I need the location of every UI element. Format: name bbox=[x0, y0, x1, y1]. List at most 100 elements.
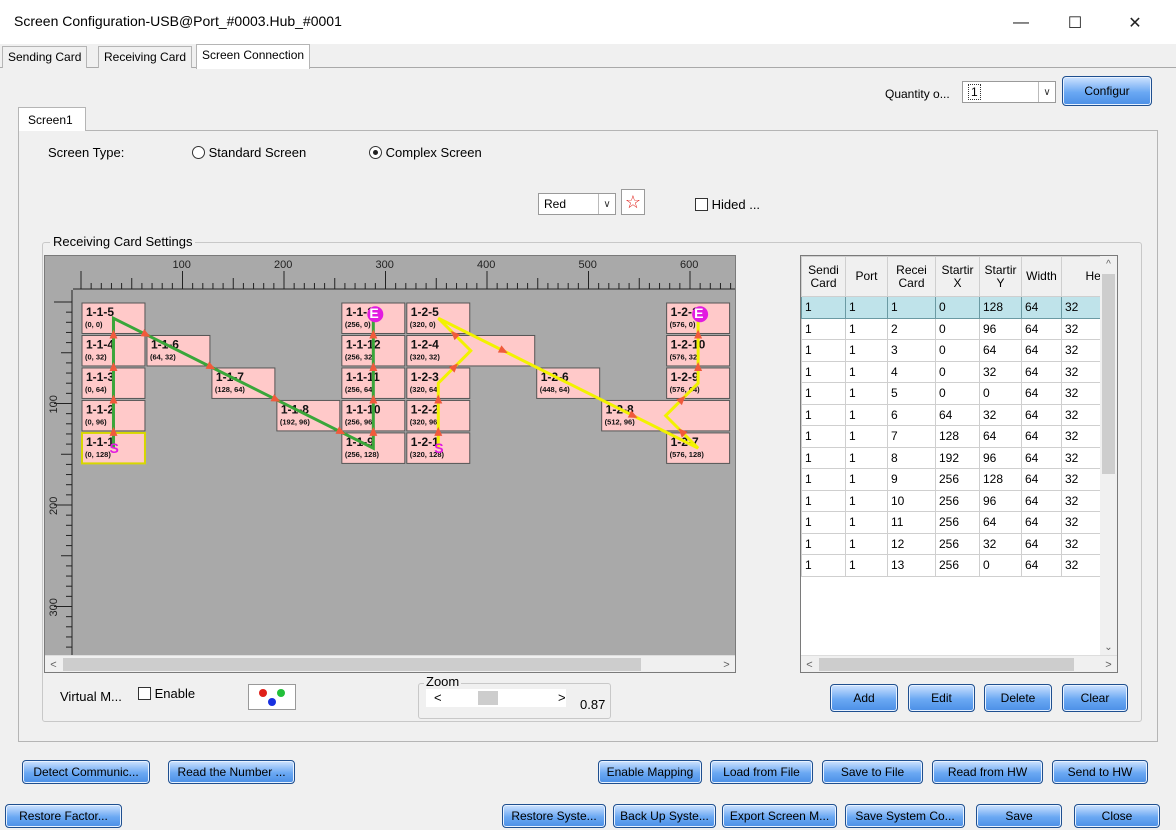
scroll-left-icon[interactable]: < bbox=[801, 656, 818, 672]
table-cell: 256 bbox=[935, 468, 980, 491]
color-select[interactable]: Red ∨ bbox=[538, 193, 616, 215]
table-row[interactable]: 1 1 3 0 64 64 32 bbox=[801, 339, 1117, 362]
card-id-label: 1-2-2 bbox=[411, 402, 439, 416]
table-scroll-thumb-h[interactable] bbox=[819, 658, 1074, 671]
add-button[interactable]: Add bbox=[830, 684, 898, 712]
tab-screen-connection[interactable]: Screen Connection bbox=[196, 44, 311, 69]
zoom-slider[interactable]: < > bbox=[426, 689, 566, 707]
column-header[interactable]: Width bbox=[1021, 256, 1062, 297]
table-cell: 64 bbox=[1021, 468, 1062, 491]
scroll-up-icon[interactable]: ^ bbox=[1100, 256, 1117, 273]
main-tab-bar: Sending Card Receiving Card Screen Conne… bbox=[0, 44, 1176, 69]
read-number-button[interactable]: Read the Number ... bbox=[168, 760, 295, 784]
table-cell: 0 bbox=[935, 339, 980, 362]
save-to-file-button[interactable]: Save to File bbox=[822, 760, 923, 784]
restore-system-button[interactable]: Restore Syste... bbox=[502, 804, 606, 828]
edit-button[interactable]: Edit bbox=[908, 684, 975, 712]
close-window-button[interactable]: ✕ bbox=[1112, 8, 1158, 38]
card-id-label: 1-2-9 bbox=[671, 370, 699, 384]
delete-button[interactable]: Delete bbox=[984, 684, 1052, 712]
receiving-card-settings-label: Receiving Card Settings bbox=[50, 234, 196, 249]
tab-sending-card[interactable]: Sending Card bbox=[2, 46, 88, 68]
table-vscroll[interactable]: ^ ⌄ bbox=[1100, 256, 1117, 656]
table-cell: 6 bbox=[887, 403, 936, 426]
back-up-system-button[interactable]: Back Up Syste... bbox=[613, 804, 716, 828]
table-hscroll[interactable]: < > bbox=[801, 655, 1117, 672]
table-row[interactable]: 1 1 9 256 128 64 32 bbox=[801, 468, 1117, 491]
end-marker: E bbox=[369, 305, 378, 321]
hided-checkbox[interactable]: Hided ... bbox=[695, 197, 760, 212]
maximize-button[interactable]: ☐ bbox=[1052, 8, 1098, 38]
read-from-hw-button[interactable]: Read from HW bbox=[932, 760, 1043, 784]
table-row[interactable]: 1 1 12 256 32 64 32 bbox=[801, 532, 1117, 555]
column-header[interactable]: Startir Y bbox=[979, 256, 1022, 297]
yellow-connection-path bbox=[436, 316, 700, 450]
quantity-select[interactable]: 1 ∨ bbox=[962, 81, 1056, 103]
tab-receiving-card[interactable]: Receiving Card bbox=[98, 46, 193, 68]
table-scroll-thumb[interactable] bbox=[1102, 274, 1115, 474]
table-row[interactable]: 1 1 8 192 96 64 32 bbox=[801, 446, 1117, 469]
card-table[interactable]: Sendi Card Port Recei Card Startir X Startir… bbox=[800, 255, 1118, 673]
complex-screen-label: Complex Screen bbox=[385, 145, 482, 160]
zoom-thumb[interactable] bbox=[478, 691, 498, 705]
save-button[interactable]: Save bbox=[976, 804, 1062, 828]
table-cell: 1 bbox=[845, 425, 888, 448]
layout-canvas[interactable]: 100 200 300 400 500 600 100 200 300 1-1-5 (0, 0) 1-… bbox=[44, 255, 736, 673]
card-coord-label: (576, 32) bbox=[670, 352, 701, 361]
table-row[interactable]: 1 1 5 0 0 64 32 bbox=[801, 382, 1117, 405]
ruler-label: 400 bbox=[477, 259, 495, 271]
rgb-dots-icon[interactable] bbox=[248, 684, 296, 710]
table-cell: 1 bbox=[845, 468, 888, 491]
minimize-button[interactable]: — bbox=[998, 8, 1044, 38]
table-cell: 256 bbox=[935, 532, 980, 555]
load-from-file-button[interactable]: Load from File bbox=[710, 760, 813, 784]
enable-mapping-button[interactable]: Enable Mapping bbox=[598, 760, 702, 784]
quantity-value: 1 bbox=[968, 84, 981, 100]
standard-screen-radio[interactable]: Standard Screen bbox=[192, 145, 306, 160]
end-marker: E bbox=[694, 305, 703, 321]
rgb-dots-svg bbox=[259, 689, 285, 706]
card-coord-label: (0, 96) bbox=[85, 417, 107, 426]
card-id-label: 1-1-12 bbox=[346, 337, 381, 351]
export-screen-button[interactable]: Export Screen M... bbox=[722, 804, 837, 828]
scroll-down-icon[interactable]: ⌄ bbox=[1100, 639, 1117, 656]
clear-button[interactable]: Clear bbox=[1062, 684, 1128, 712]
canvas-hscroll[interactable]: < > bbox=[45, 655, 735, 672]
card-id-label: 1-2-4 bbox=[411, 337, 439, 351]
complex-screen-radio[interactable]: Complex Screen bbox=[369, 145, 482, 160]
table-row[interactable]: 1 1 11 256 64 64 32 bbox=[801, 511, 1117, 534]
screen-type-label: Screen Type: bbox=[48, 145, 125, 160]
zoom-increase-icon[interactable]: > bbox=[558, 690, 566, 705]
table-cell: 64 bbox=[1021, 489, 1062, 512]
scroll-right-icon[interactable]: > bbox=[1100, 656, 1117, 672]
table-cell: 1 bbox=[801, 532, 846, 555]
table-row[interactable]: 1 1 6 64 32 64 32 bbox=[801, 403, 1117, 426]
column-header[interactable]: Recei Card bbox=[887, 256, 936, 297]
column-header[interactable]: Sendi Card bbox=[801, 256, 846, 297]
star-icon[interactable]: ☆ bbox=[621, 189, 645, 215]
close-button[interactable]: Close bbox=[1074, 804, 1160, 828]
restore-factory-button[interactable]: Restore Factor... bbox=[5, 804, 122, 828]
zoom-decrease-icon[interactable]: < bbox=[434, 690, 442, 705]
card-coord-label: (192, 96) bbox=[280, 417, 311, 426]
table-row[interactable]: 1 1 4 0 32 64 32 bbox=[801, 360, 1117, 383]
table-row[interactable]: 1 1 2 0 96 64 32 bbox=[801, 317, 1117, 340]
scroll-left-icon[interactable]: < bbox=[45, 656, 62, 672]
send-to-hw-button[interactable]: Send to HW bbox=[1052, 760, 1148, 784]
card-coord-label: (256, 96) bbox=[345, 417, 376, 426]
table-row[interactable]: 1 1 1 0 128 64 32 bbox=[801, 296, 1117, 319]
chevron-down-icon: ∨ bbox=[598, 194, 615, 214]
enable-checkbox[interactable]: Enable bbox=[138, 686, 195, 701]
configure-button[interactable]: Configur bbox=[1062, 76, 1152, 106]
ruler-label: 600 bbox=[680, 259, 698, 271]
tab-screen1[interactable]: Screen1 bbox=[18, 107, 86, 131]
column-header[interactable]: Port bbox=[845, 256, 888, 297]
save-system-config-button[interactable]: Save System Co... bbox=[845, 804, 965, 828]
column-header[interactable]: Startir X bbox=[935, 256, 980, 297]
canvas-scroll-thumb[interactable] bbox=[63, 658, 641, 671]
table-row[interactable]: 1 1 10 256 96 64 32 bbox=[801, 489, 1117, 512]
detect-communication-button[interactable]: Detect Communic... bbox=[22, 760, 150, 784]
table-row[interactable]: 1 1 7 128 64 64 32 bbox=[801, 425, 1117, 448]
scroll-right-icon[interactable]: > bbox=[718, 656, 735, 672]
table-row[interactable]: 1 1 13 256 0 64 32 bbox=[801, 554, 1117, 577]
